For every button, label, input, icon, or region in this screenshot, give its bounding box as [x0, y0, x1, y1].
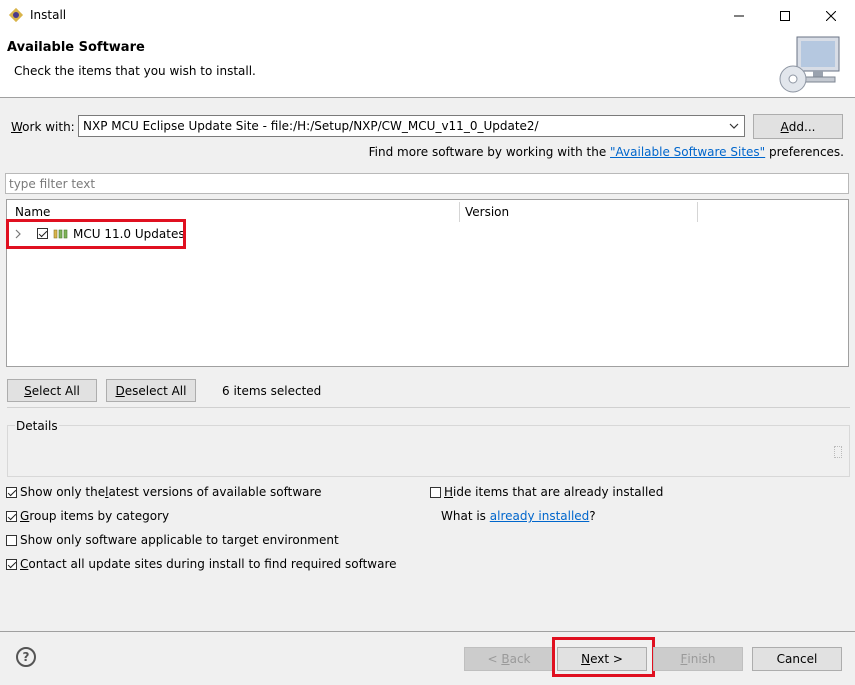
work-with-label: Work with:	[11, 120, 75, 134]
cancel-button[interactable]: Cancel	[752, 647, 842, 671]
latest-versions-checkbox[interactable]	[6, 486, 17, 498]
column-separator	[459, 202, 460, 222]
select-all-button[interactable]: Select All	[7, 379, 97, 402]
group-by-category-checkbox[interactable]	[6, 510, 17, 522]
what-is-installed-text: What is already installed?	[441, 509, 596, 523]
page-title: Available Software	[7, 40, 145, 55]
close-button[interactable]	[808, 0, 854, 31]
option-group-by-category[interactable]: Group items by category	[6, 509, 169, 523]
window-title: Install	[30, 8, 67, 22]
maximize-button[interactable]	[762, 0, 808, 31]
find-more-text: Find more software by working with the "…	[368, 145, 844, 159]
finish-button[interactable]: Finish	[653, 647, 743, 671]
column-separator	[697, 202, 698, 222]
hide-installed-checkbox[interactable]	[430, 486, 441, 498]
option-contact-all-sites[interactable]: Contact all update sites during install …	[6, 557, 397, 571]
option-latest-versions[interactable]: Show only the l atest versions of availab…	[6, 485, 322, 499]
page-subtitle: Check the items that you wish to install…	[14, 64, 256, 78]
details-pane	[7, 425, 850, 477]
available-software-sites-link[interactable]: "Available Software Sites"	[610, 145, 765, 159]
title-bar: Install	[0, 0, 855, 31]
wizard-header: Available Software Check the items that …	[0, 31, 855, 98]
highlight-box-row	[6, 219, 186, 249]
work-with-combo[interactable]: NXP MCU Eclipse Update Site - file:/H:/S…	[78, 115, 745, 137]
install-monitor-cd-icon	[779, 36, 840, 93]
already-installed-link[interactable]: already installed	[490, 509, 590, 523]
divider	[7, 407, 850, 408]
filter-input[interactable]	[5, 173, 849, 194]
add-site-button[interactable]: Add...	[753, 114, 843, 139]
option-applicable-only[interactable]: Show only software applicable to target …	[6, 533, 339, 547]
minimize-icon	[734, 15, 744, 16]
items-selected-status: 6 items selected	[222, 384, 322, 398]
eclipse-install-icon	[8, 7, 24, 23]
contact-all-sites-checkbox[interactable]	[6, 558, 17, 570]
column-header-name[interactable]: Name	[15, 205, 50, 219]
minimize-button[interactable]	[716, 0, 762, 31]
maximize-icon	[780, 10, 790, 21]
footer-divider	[0, 631, 855, 632]
highlight-box-next	[552, 637, 655, 677]
chevron-down-icon[interactable]	[728, 120, 740, 132]
details-label: Details	[15, 419, 59, 433]
column-header-version[interactable]: Version	[465, 205, 509, 219]
help-icon[interactable]: ?	[16, 647, 36, 667]
close-icon	[826, 10, 836, 21]
applicable-only-checkbox[interactable]	[6, 534, 17, 546]
work-with-value: NXP MCU Eclipse Update Site - file:/H:/S…	[83, 119, 539, 133]
option-hide-installed[interactable]: Hide items that are already installed	[430, 485, 663, 499]
details-scroll-handle[interactable]	[834, 446, 842, 458]
back-button[interactable]: < Back	[464, 647, 554, 671]
deselect-all-button[interactable]: Deselect All	[106, 379, 196, 402]
